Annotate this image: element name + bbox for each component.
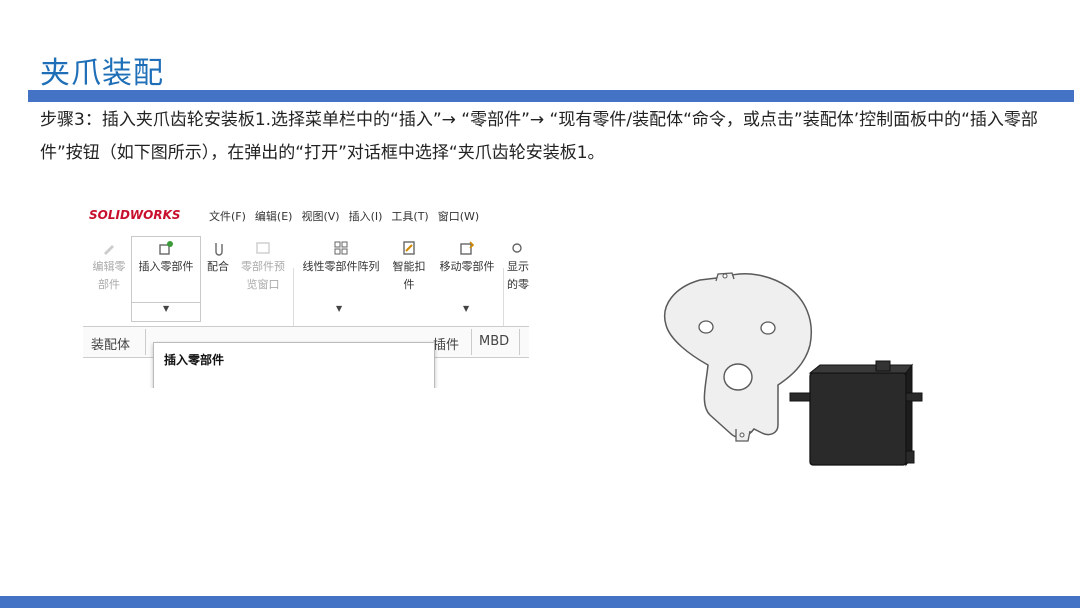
move-component-button[interactable]: 移动零部件 [433, 240, 501, 276]
insert-components-tooltip: 插入零部件 [153, 342, 435, 388]
menu-insert[interactable]: 插入(I) [349, 208, 383, 224]
preview-window-icon [256, 242, 270, 254]
edit-component-button[interactable]: 编辑零 部件 [89, 240, 129, 294]
smart-fastener-icon [403, 241, 415, 255]
menu-edit[interactable]: 编辑(E) [255, 208, 293, 224]
footer-bar [0, 596, 1080, 608]
tab-divider [145, 329, 146, 355]
tab-overlap-area [153, 328, 433, 342]
tab-divider [519, 329, 520, 355]
solidworks-logo: SOLIDWORKS [89, 208, 181, 222]
menu-view[interactable]: 视图(V) [301, 208, 339, 224]
assembly-illustration [664, 272, 923, 467]
edit-component-icon [104, 245, 114, 255]
menu-window[interactable]: 窗口(W) [438, 208, 479, 224]
smart-fasteners-button[interactable]: 智能扣 件 [389, 240, 429, 294]
servo-motor [789, 360, 923, 467]
component-preview-window-button[interactable]: 零部件预 览窗口 [235, 240, 291, 294]
menu-tools[interactable]: 工具(T) [391, 208, 428, 224]
show-hidden-components-button[interactable]: 显示 的零 [507, 240, 529, 294]
tab-add-ins[interactable]: 插件 [433, 334, 459, 353]
header-divider-bar [28, 90, 1074, 102]
solidworks-menu-bar: 文件(F) 编辑(E) 视图(V) 插入(I) 工具(T) 窗口(W) [209, 208, 479, 224]
mate-button[interactable]: 配合 [203, 240, 233, 276]
slide-title: 夹爪装配 [40, 56, 164, 91]
show-hidden-icon [512, 243, 522, 253]
tab-divider [471, 329, 472, 355]
insert-components-split-line [131, 302, 201, 303]
tooltip-text: 插入零部件 [164, 353, 225, 367]
linear-component-pattern-button[interactable]: 线性零部件阵列 [295, 240, 387, 276]
move-component-dropdown[interactable]: ▼ [463, 304, 469, 313]
menu-file[interactable]: 文件(F) [209, 208, 246, 224]
paperclip-icon [215, 243, 223, 256]
move-component-icon [460, 241, 475, 255]
solidworks-screenshot: SOLIDWORKS 文件(F) 编辑(E) 视图(V) 插入(I) 工具(T)… [83, 200, 529, 388]
linear-pattern-dropdown[interactable]: ▼ [336, 304, 342, 313]
tab-mbd[interactable]: MBD [479, 334, 509, 349]
tab-assembly[interactable]: 装配体 [91, 334, 130, 353]
step-instructions: 步骤3：插入夹爪齿轮安装板1.选择菜单栏中的“插入”→ “零部件”→ “现有零件… [40, 110, 1038, 163]
gear-mounting-plate [664, 272, 812, 442]
insert-components-highlight [131, 236, 201, 322]
linear-pattern-icon [334, 241, 348, 255]
